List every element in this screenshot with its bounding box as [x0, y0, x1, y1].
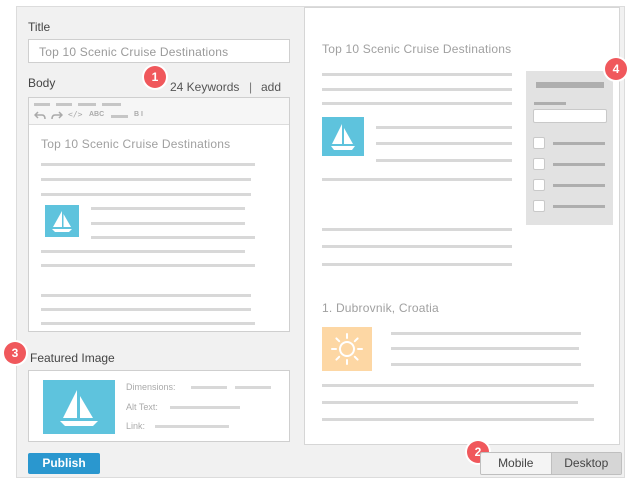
- preview-heading: Top 10 Scenic Cruise Destinations: [322, 42, 512, 56]
- preview-text-line: [322, 178, 512, 181]
- body-text-line: [41, 322, 255, 325]
- keywords-count[interactable]: 24 Keywords: [170, 80, 239, 94]
- dimensions-width-field[interactable]: [191, 386, 227, 389]
- featured-image-thumbnail[interactable]: [43, 380, 115, 434]
- mobile-view-button[interactable]: Mobile: [481, 453, 551, 474]
- preview-text-line: [322, 245, 512, 248]
- body-heading: Top 10 Scenic Cruise Destinations: [41, 137, 231, 151]
- preview-text-line: [322, 228, 512, 231]
- preview-inline-image: [322, 117, 364, 156]
- featured-image-panel: Dimensions: Alt Text: Link:: [28, 370, 290, 442]
- widget-checkbox: [533, 158, 545, 170]
- sailboat-icon: [52, 211, 72, 232]
- preview-text-line: [391, 332, 581, 335]
- preview-text-line: [322, 401, 578, 404]
- keywords-separator: |: [249, 80, 253, 94]
- link-label: Link:: [126, 421, 146, 431]
- body-text-line: [41, 308, 251, 311]
- body-text-line: [91, 207, 245, 210]
- preview-sidebar-widget: [526, 71, 613, 225]
- preview-text-line: [322, 384, 594, 387]
- toolbar-menu-file[interactable]: [34, 103, 50, 106]
- body-text-line: [41, 178, 251, 181]
- title-input-value: Top 10 Scenic Cruise Destinations: [39, 45, 229, 59]
- add-keyword-link[interactable]: add: [261, 80, 281, 94]
- desktop-view-button[interactable]: Desktop: [550, 453, 621, 474]
- sailboat-icon: [331, 124, 355, 150]
- body-text-line: [41, 163, 255, 166]
- body-label: Body: [28, 76, 56, 90]
- badge-1: 1: [144, 66, 166, 88]
- badge-4: 4: [605, 58, 627, 80]
- preview-text-line: [391, 347, 579, 350]
- preview-panel: Top 10 Scenic Cruise Destinations 1. Dub…: [304, 7, 620, 445]
- preview-text-line: [322, 102, 512, 105]
- preview-text-line: [376, 159, 512, 162]
- title-label: Title: [28, 20, 51, 34]
- body-text-line: [41, 294, 251, 297]
- body-text-line: [41, 193, 251, 196]
- publish-button[interactable]: Publish: [28, 453, 100, 474]
- alt-text-field[interactable]: [170, 406, 240, 409]
- preview-text-line: [322, 88, 512, 91]
- widget-label: [534, 102, 566, 105]
- toolbar-menu-insert[interactable]: [78, 103, 96, 106]
- spellcheck-icon[interactable]: ABC: [89, 111, 104, 118]
- widget-title: [536, 82, 604, 88]
- widget-option-label: [553, 184, 605, 187]
- view-toggle: Mobile Desktop: [480, 452, 622, 475]
- widget-checkbox: [533, 200, 545, 212]
- widget-option-label: [553, 163, 605, 166]
- body-editor[interactable]: </> ABC B I Top 10 Scenic Cruise Destina…: [28, 97, 290, 332]
- preview-text-line: [322, 73, 512, 76]
- redo-icon[interactable]: [51, 111, 63, 120]
- toolbar-menu-edit[interactable]: [56, 103, 72, 106]
- preview-section-heading: 1. Dubrovnik, Croatia: [322, 301, 439, 315]
- widget-option-label: [553, 205, 605, 208]
- body-inline-image[interactable]: [45, 205, 79, 237]
- bold-italic-icons[interactable]: B I: [134, 111, 143, 118]
- sun-icon: [331, 333, 363, 365]
- alt-text-label: Alt Text:: [126, 402, 158, 412]
- preview-section-image: [322, 327, 372, 371]
- featured-image-label: Featured Image: [30, 351, 115, 365]
- preview-text-line: [391, 363, 581, 366]
- preview-text-line: [376, 126, 512, 129]
- body-text-line: [91, 236, 255, 239]
- body-text-line: [41, 264, 255, 267]
- dimensions-height-field[interactable]: [235, 386, 271, 389]
- preview-text-line: [322, 263, 512, 266]
- format-select[interactable]: [111, 115, 128, 118]
- undo-icon[interactable]: [34, 111, 46, 120]
- widget-checkbox: [533, 137, 545, 149]
- body-text-line: [91, 222, 245, 225]
- widget-input: [533, 109, 607, 123]
- preview-text-line: [322, 418, 594, 421]
- badge-3: 3: [4, 342, 26, 364]
- cms-editor-window: Title Top 10 Scenic Cruise Destinations …: [0, 0, 628, 481]
- dimensions-label: Dimensions:: [126, 382, 176, 392]
- editor-toolbar: </> ABC B I: [29, 98, 289, 125]
- link-field[interactable]: [155, 425, 229, 428]
- sailboat-icon: [60, 390, 98, 426]
- widget-option-label: [553, 142, 605, 145]
- toolbar-menu-format[interactable]: [102, 103, 121, 106]
- body-text-line: [41, 250, 245, 253]
- title-input[interactable]: Top 10 Scenic Cruise Destinations: [28, 39, 290, 63]
- widget-checkbox: [533, 179, 545, 191]
- preview-text-line: [376, 142, 512, 145]
- code-icon[interactable]: </>: [68, 110, 82, 119]
